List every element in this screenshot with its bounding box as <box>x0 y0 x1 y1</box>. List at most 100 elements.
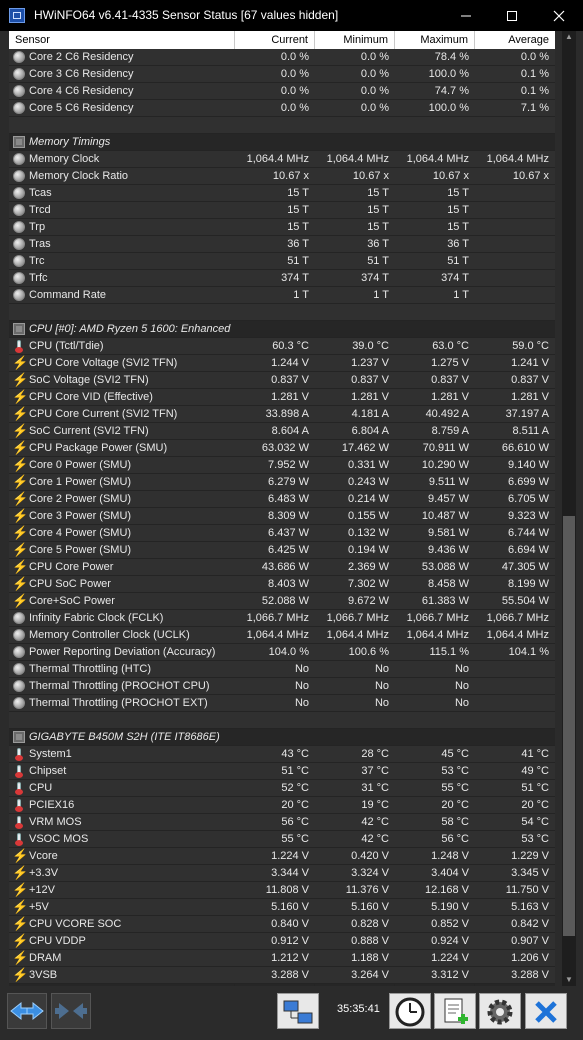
sensor-row[interactable]: ⚡ +5V 5.160 V 5.160 V 5.190 V 5.163 V <box>9 899 555 916</box>
minimum-value: No <box>374 680 389 692</box>
sensor-row[interactable]: Core 5 C6 Residency 0.0 % 0.0 % 100.0 % 7.1 … <box>9 100 555 117</box>
sensor-row[interactable]: ⚡ Core 5 Power (SMU) 6.425 W 0.194 W 9.436 W… <box>9 542 555 559</box>
sensor-row[interactable]: ⚡ DRAM 1.212 V 1.188 V 1.224 V 1.206 V <box>9 950 555 967</box>
sensor-row[interactable]: ⚡ +12V 11.808 V 11.376 V 12.168 V 11.750 V <box>9 882 555 899</box>
close-button[interactable] <box>535 0 583 31</box>
sensor-row[interactable]: Memory Clock Ratio 10.67 x 10.67 x 10.67 x 1… <box>9 168 555 185</box>
sensor-row[interactable]: Thermal Throttling (PROCHOT CPU) No No No <box>9 678 555 695</box>
bolt-icon: ⚡ <box>12 865 29 880</box>
sensor-row[interactable]: Power Reporting Deviation (Accuracy) 104.… <box>9 644 555 661</box>
nav-left-right-button[interactable] <box>7 993 47 1029</box>
gear-icon <box>13 153 25 165</box>
sensor-row[interactable]: ⚡ Core 4 Power (SMU) 6.437 W 0.132 W 9.581 W… <box>9 525 555 542</box>
sensor-row[interactable]: Tcas 15 T 15 T 15 T <box>9 185 555 202</box>
scroll-up-icon[interactable]: ▲ <box>562 31 576 43</box>
maximum-value: No <box>454 680 469 692</box>
network-button[interactable] <box>277 993 319 1029</box>
sensor-row[interactable]: System1 43 °C 28 °C 45 °C 41 °C <box>9 746 555 763</box>
average-value: 6.699 W <box>508 476 549 488</box>
window-title: HWiNFO64 v6.41-4335 Sensor Status [67 va… <box>34 8 339 22</box>
sensor-row[interactable]: ⚡ CPU VCORE SOC 0.840 V 0.828 V 0.852 V 0.842… <box>9 916 555 933</box>
sensor-row[interactable]: ⚡ SoC Current (SVI2 TFN) 8.604 A 6.804 A 8.7… <box>9 423 555 440</box>
sensor-row[interactable]: Memory Clock 1,064.4 MHz 1,064.4 MHz 1,064.… <box>9 151 555 168</box>
sensor-row[interactable]: VRM MOS 56 °C 42 °C 58 °C 54 °C <box>9 814 555 831</box>
maximize-button[interactable] <box>489 0 535 31</box>
maximum-value: 1.275 V <box>431 357 469 369</box>
current-value: 1.212 V <box>271 952 309 964</box>
sensor-row[interactable]: ⚡ CPU Core Current (SVI2 TFN) 33.898 A 4.18… <box>9 406 555 423</box>
average-value: 41 °C <box>521 748 549 760</box>
column-minimum[interactable]: Minimum <box>315 31 395 49</box>
sensor-row[interactable]: ⚡ Core 0 Power (SMU) 7.952 W 0.331 W 10.290 … <box>9 457 555 474</box>
add-report-button[interactable] <box>434 993 476 1029</box>
sensor-row[interactable]: PCIEX16 20 °C 19 °C 20 °C 20 °C <box>9 797 555 814</box>
current-value: 6.425 W <box>268 544 309 556</box>
sensor-row[interactable]: Trcd 15 T 15 T 15 T <box>9 202 555 219</box>
current-value: 0.0 % <box>280 102 309 114</box>
maximum-value: 51 T <box>447 255 469 267</box>
column-average[interactable]: Average <box>475 31 555 49</box>
sensor-group-row[interactable]: CPU [#0]: AMD Ryzen 5 1600: Enhanced <box>9 321 555 338</box>
maximum-value: 100.0 % <box>428 68 469 80</box>
sensor-row[interactable]: ⚡ +3.3V 3.344 V 3.324 V 3.404 V 3.345 V <box>9 865 555 882</box>
current-value: 8.403 W <box>268 578 309 590</box>
sensor-row[interactable]: ⚡ Core 1 Power (SMU) 6.279 W 0.243 W 9.511 W… <box>9 474 555 491</box>
sensor-row[interactable]: ⚡ Vcore 1.224 V 0.420 V 1.248 V 1.229 V <box>9 848 555 865</box>
minimum-value: 39.0 °C <box>352 340 389 352</box>
sensor-row[interactable]: Command Rate 1 T 1 T 1 T <box>9 287 555 304</box>
sensor-row[interactable]: Tras 36 T 36 T 36 T <box>9 236 555 253</box>
maximum-value: 12.168 V <box>424 884 469 896</box>
minimize-button[interactable] <box>443 0 489 31</box>
sensor-row[interactable]: CPU 52 °C 31 °C 55 °C 51 °C <box>9 780 555 797</box>
sensor-name: CPU Core VID (Effective) <box>29 391 153 403</box>
sensor-row[interactable]: Trc 51 T 51 T 51 T <box>9 253 555 270</box>
sensor-row[interactable]: ⚡ CPU Core Voltage (SVI2 TFN) 1.244 V 1.237… <box>9 355 555 372</box>
sensor-row[interactable]: Thermal Throttling (HTC) No No No <box>9 661 555 678</box>
sensor-row[interactable]: ⚡ Core 2 Power (SMU) 6.483 W 0.214 W 9.457 W… <box>9 491 555 508</box>
sensor-row[interactable]: VSOC MOS 55 °C 42 °C 56 °C 53 °C <box>9 831 555 848</box>
sensor-name: Vcore <box>29 850 58 862</box>
sensor-row[interactable]: ⚡ CPU VDDP 0.912 V 0.888 V 0.924 V 0.907 V <box>9 933 555 950</box>
sensor-row[interactable]: ⚡ CPU Core VID (Effective) 1.281 V 1.281 V 1… <box>9 389 555 406</box>
clock-button[interactable] <box>389 993 431 1029</box>
close-sensors-button[interactable] <box>525 993 567 1029</box>
sensor-row[interactable]: ⚡ CPU Package Power (SMU) 63.032 W 17.462 W… <box>9 440 555 457</box>
sensor-row[interactable]: ⚡ Core+SoC Power 52.088 W 9.672 W 61.383 W 55… <box>9 593 555 610</box>
sensor-name: Memory Controller Clock (UCLK) <box>29 629 190 641</box>
vertical-scrollbar[interactable]: ▲ ▼ <box>562 31 576 986</box>
app-icon <box>9 8 25 23</box>
sensor-row[interactable]: ⚡ Core 3 Power (SMU) 8.309 W 0.155 W 10.487 … <box>9 508 555 525</box>
minimum-value: 0.0 % <box>360 68 389 80</box>
sensor-row[interactable]: Thermal Throttling (PROCHOT EXT) No No No <box>9 695 555 712</box>
sensor-row[interactable]: Chipset 51 °C 37 °C 53 °C 49 °C <box>9 763 555 780</box>
sensor-group-row[interactable]: GIGABYTE B450M S2H (ITE IT8686E) <box>9 729 555 746</box>
sensor-row[interactable]: Trfc 374 T 374 T 374 T <box>9 270 555 287</box>
current-value: 3.344 V <box>271 867 309 879</box>
sensor-row[interactable]: Infinity Fabric Clock (FCLK) 1,066.7 MHz 1… <box>9 610 555 627</box>
sensor-row[interactable]: Memory Controller Clock (UCLK) 1,064.4 MH… <box>9 627 555 644</box>
minimum-value: 19 °C <box>361 799 389 811</box>
collapse-button[interactable] <box>51 993 91 1029</box>
sensor-row[interactable]: ⚡ 3VSB 3.288 V 3.264 V 3.312 V 3.288 V <box>9 967 555 984</box>
sensor-row[interactable]: Core 3 C6 Residency 0.0 % 0.0 % 100.0 % 0.1 … <box>9 66 555 83</box>
maximum-value: 1,064.4 MHz <box>406 629 469 641</box>
scroll-down-icon[interactable]: ▼ <box>562 974 576 986</box>
minimum-value: 36 T <box>367 238 389 250</box>
column-current[interactable]: Current <box>235 31 315 49</box>
settings-button[interactable] <box>479 993 521 1029</box>
sensor-row[interactable]: CPU (Tctl/Tdie) 60.3 °C 39.0 °C 63.0 °C 59.0… <box>9 338 555 355</box>
column-maximum[interactable]: Maximum <box>395 31 475 49</box>
column-sensor[interactable]: Sensor <box>9 31 235 49</box>
scrollbar-thumb[interactable] <box>563 516 575 936</box>
gear-icon <box>13 680 25 692</box>
sensor-row[interactable]: Core 2 C6 Residency 0.0 % 0.0 % 78.4 % 0.0 % <box>9 49 555 66</box>
sensor-group-row[interactable]: Memory Timings <box>9 134 555 151</box>
sensor-row[interactable]: Core 4 C6 Residency 0.0 % 0.0 % 74.7 % 0.1 % <box>9 83 555 100</box>
sensor-row[interactable]: ⚡ SoC Voltage (SVI2 TFN) 0.837 V 0.837 V 0.8… <box>9 372 555 389</box>
sensor-row[interactable]: ⚡ CPU SoC Power 8.403 W 7.302 W 8.458 W 8.199… <box>9 576 555 593</box>
sensor-row[interactable]: ⚡ CPU Core Power 43.686 W 2.369 W 53.088 W 47… <box>9 559 555 576</box>
sensor-row[interactable]: Trp 15 T 15 T 15 T <box>9 219 555 236</box>
minimum-value: 1.188 V <box>351 952 389 964</box>
minimum-value: 51 T <box>367 255 389 267</box>
sensor-table[interactable]: Core 2 C6 Residency 0.0 % 0.0 % 78.4 % 0.0 %… <box>9 49 555 986</box>
